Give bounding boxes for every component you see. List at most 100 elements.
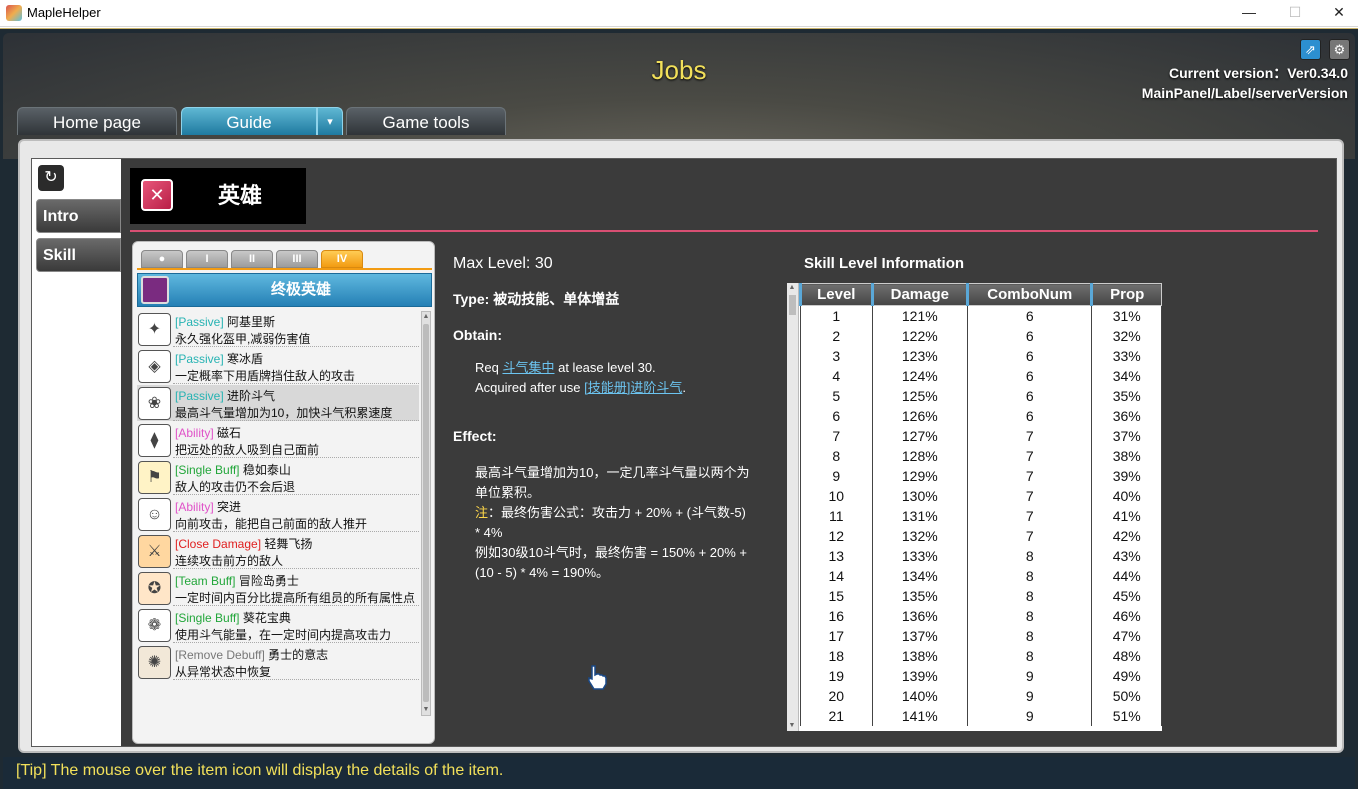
combo-skill-icon[interactable]: ❀ [138,387,171,420]
table-cell: 17 [800,625,873,646]
list-item[interactable]: ◈ [Passive] 寒冰盾 一定概率下用盾牌挡住敌人的攻击 [137,348,419,384]
acq-suffix: . [682,380,686,395]
table-cell: 7 [967,465,1093,486]
will-skill-icon[interactable]: ✺ [138,646,171,679]
maximize-button[interactable]: ☐ [1272,0,1318,27]
skill-tag: [Passive] [175,315,224,329]
table-cell: 8 [967,645,1093,666]
table-cell: 7 [967,505,1093,526]
table-cell: 18 [800,645,873,666]
stance-skill-icon[interactable]: ⚑ [138,461,171,494]
skill-tag: [Ability] [175,500,214,514]
rush-skill-icon[interactable]: ☺ [138,498,171,531]
skill-desc: 把远处的敌人吸到自己面前 [175,443,320,457]
obtain-label: Obtain: [453,327,502,343]
note-line: ：最终伤害公式：攻击力 + 20% + (斗气数-5) [488,505,746,520]
table-row: 18 138% 8 48% [800,645,1162,666]
table-cell: 47% [1091,625,1162,646]
table-cell: 5 [800,385,873,406]
scroll-up-icon[interactable]: ▲ [788,283,796,293]
table-cell: 39% [1091,465,1162,486]
external-link-icon[interactable]: ⇗ [1300,39,1321,60]
tier-tab-beginner[interactable]: ● [141,250,183,268]
req-skill-link[interactable]: 斗气集中 [502,360,554,375]
skill-name: 突进 [217,500,242,514]
skill-desc: 最高斗气量增加为10，加快斗气积累速度 [175,406,393,420]
table-row: 6 126% 6 36% [800,405,1162,426]
list-item[interactable]: ✪ [Team Buff] 冒险岛勇士 一定时间内百分比提高所有组员的所有属性点 [137,570,419,606]
skill-desc: 使用斗气能量，在一定时间内提高攻击力 [175,628,392,642]
table-row: 2 122% 6 32% [800,325,1162,346]
tab-home-page[interactable]: Home page [17,107,177,135]
gear-icon[interactable]: ⚙ [1329,39,1350,60]
table-cell: 130% [871,485,969,506]
tab-guide[interactable]: Guide [181,107,317,135]
skill-tag: [Team Buff] [175,574,236,588]
table-row: 19 139% 9 49% [800,665,1162,686]
shield-skill-icon[interactable]: ◈ [138,350,171,383]
tier-tab-3[interactable]: III [276,250,318,268]
skill-name: 葵花宝典 [242,611,291,625]
job-name: 英雄 [217,183,262,208]
scroll-down-icon[interactable]: ▼ [422,705,430,715]
table-cell: 9 [967,665,1093,686]
req-suffix: at lease level 30. [554,360,656,375]
table-row: 1 121% 6 31% [800,305,1162,326]
list-item[interactable]: ✺ [Remove Debuff] 勇士的意志 从异常状态中恢复 [137,644,419,680]
list-item[interactable]: ☺ [Ability] 突进 向前攻击，能把自己前面的敌人推开 [137,496,419,532]
tier-tab-4[interactable]: IV [321,250,363,268]
skill-book-link[interactable]: [技能册]进阶斗气 [584,380,682,395]
table-cell: 6 [967,405,1093,426]
enrage-skill-icon[interactable]: ❁ [138,609,171,642]
armor-skill-icon[interactable]: ✦ [138,313,171,346]
obtain-info: Req 斗气集中 at lease level 30. Acquired aft… [475,358,795,398]
scroll-up-icon[interactable]: ▲ [422,312,430,322]
table-cell: 123% [871,345,969,366]
class-header: 终极英雄 [137,273,432,307]
column-header-prop[interactable]: Prop [1090,283,1162,306]
maple-warrior-skill-icon[interactable]: ✪ [138,572,171,605]
example-line: (10 - 5) * 4% = 190%。 [475,565,610,580]
close-button[interactable]: ✕ [1316,0,1358,27]
scroll-down-icon[interactable]: ▼ [788,721,796,731]
table-cell: 37% [1091,425,1162,446]
table-cell: 1 [800,305,873,326]
list-item[interactable]: ⚑ [Single Buff] 稳如泰山 敌人的攻击仍不会后退 [137,459,419,495]
table-cell: 10 [800,485,873,506]
class-name: 终极英雄 [270,281,331,298]
brandish-skill-icon[interactable]: ⚔ [138,535,171,568]
tier-tab-2[interactable]: II [231,250,273,268]
nav-item-skill[interactable]: Skill [36,238,121,272]
table-scrollbar[interactable]: ▲ ▼ [787,283,799,731]
table-cell: 134% [871,565,969,586]
table-cell: 121% [871,305,969,326]
table-cell: 35% [1091,385,1162,406]
table-cell: 140% [871,685,969,706]
table-cell: 8 [800,445,873,466]
minimize-button[interactable]: — [1226,0,1272,27]
list-item[interactable]: ✦ [Passive] 阿基里斯 永久强化盔甲,减弱伤害值 [137,311,419,347]
chevron-down-icon[interactable]: ▾ [317,107,343,135]
skill-list-scrollbar[interactable]: ▲ ▼ [421,311,431,716]
tab-game-tools[interactable]: Game tools [346,107,506,135]
table-row: 10 130% 7 40% [800,485,1162,506]
list-item[interactable]: ❁ [Single Buff] 葵花宝典 使用斗气能量，在一定时间内提高攻击力 [137,607,419,643]
effect-text: 最高斗气量增加为10，一定几率斗气量以两个为 单位累积。 注：最终伤害公式：攻击… [475,463,785,583]
table-cell: 128% [871,445,969,466]
skill-tag: [Passive] [175,389,224,403]
nav-item-intro[interactable]: Intro [36,199,121,233]
column-header-damage[interactable]: Damage [870,283,969,306]
scroll-thumb[interactable] [789,295,796,315]
scroll-thumb[interactable] [423,324,429,702]
table-cell: 48% [1091,645,1162,666]
magnet-skill-icon[interactable]: ⧫ [138,424,171,457]
column-header-combonum[interactable]: ComboNum [966,283,1093,306]
type-label: Type: [453,291,494,307]
refresh-icon[interactable]: ↻ [38,165,64,191]
column-header-level[interactable]: Level [799,283,873,306]
list-item[interactable]: ⧫ [Ability] 磁石 把远处的敌人吸到自己面前 [137,422,419,458]
list-item[interactable]: ⚔ [Close Damage] 轻舞飞扬 连续攻击前方的敌人 [137,533,419,569]
tier-tab-1[interactable]: I [186,250,228,268]
table-row: 3 123% 6 33% [800,345,1162,366]
list-item-selected[interactable]: ❀ [Passive] 进阶斗气 最高斗气量增加为10，加快斗气积累速度 [137,385,419,421]
